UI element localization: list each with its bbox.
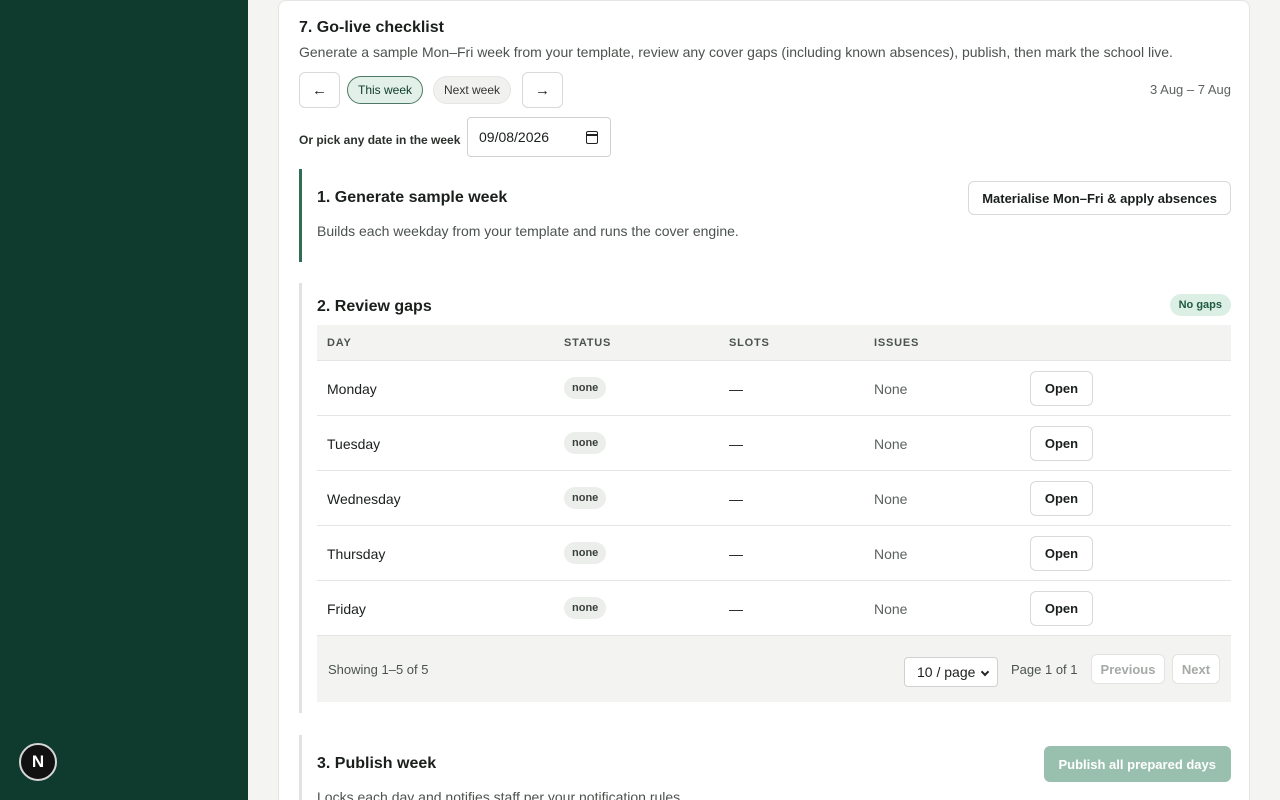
next-page-button[interactable]: Next [1172, 654, 1220, 684]
step-review-gaps: 2. Review gaps No gaps DAY STATUS SLOTS … [299, 283, 1231, 713]
page-info: Page 1 of 1 [1011, 662, 1078, 677]
row-issues: None [874, 381, 908, 397]
gaps-table: DAY STATUS SLOTS ISSUES Monday none — No… [317, 325, 1231, 702]
chevron-down-icon [980, 667, 990, 677]
step1-description: Builds each weekday from your template a… [317, 223, 739, 239]
section-title: 7. Go-live checklist [299, 19, 444, 36]
this-week-button[interactable]: This week [347, 76, 424, 104]
column-day: DAY [327, 337, 352, 349]
row-slots: — [729, 491, 743, 507]
previous-page-button[interactable]: Previous [1091, 654, 1165, 684]
next-week-arrow-button[interactable]: → [522, 72, 563, 108]
date-picker-label: Or pick any date in the week [299, 133, 461, 147]
sidebar: N [0, 0, 248, 800]
status-badge: none [564, 542, 607, 564]
app-badge[interactable]: N [19, 743, 57, 781]
row-day: Tuesday [327, 436, 381, 452]
step2-title: 2. Review gaps [317, 298, 432, 315]
table-row: Monday none — None Open [317, 361, 1231, 416]
arrow-right-icon: → [535, 81, 550, 99]
date-value: 09/08/2026 [479, 129, 550, 145]
step1-title: 1. Generate sample week [317, 189, 508, 206]
previous-week-button[interactable]: ← [299, 72, 340, 108]
step3-description: Locks each day and notifies staff per yo… [317, 789, 685, 800]
row-slots: — [729, 381, 743, 397]
main-content: 7. Go-live checklist Generate a sample M… [248, 0, 1280, 800]
publish-all-button[interactable]: Publish all prepared days [1043, 746, 1231, 782]
table-row: Wednesday none — None Open [317, 471, 1231, 526]
row-day: Wednesday [327, 491, 401, 507]
open-day-button[interactable]: Open [1030, 481, 1093, 516]
calendar-icon[interactable] [586, 131, 598, 144]
status-badge: none [564, 377, 607, 399]
row-slots: — [729, 546, 743, 562]
table-header: DAY STATUS SLOTS ISSUES [317, 325, 1231, 361]
row-day: Monday [327, 381, 377, 397]
row-issues: None [874, 491, 908, 507]
open-day-button[interactable]: Open [1030, 371, 1093, 406]
next-week-button[interactable]: Next week [433, 76, 512, 104]
step3-title: 3. Publish week [317, 755, 437, 772]
step-generate-week: 1. Generate sample week Builds each week… [299, 169, 1231, 262]
row-slots: — [729, 436, 743, 452]
week-range: 3 Aug – 7 Aug [1150, 82, 1231, 97]
arrow-left-icon: ← [312, 81, 327, 99]
table-footer: Showing 1–5 of 5 10 / page Page 1 of 1 P… [317, 636, 1231, 702]
date-picker-input[interactable]: 09/08/2026 [467, 117, 611, 157]
row-day: Friday [327, 601, 366, 617]
open-day-button[interactable]: Open [1030, 536, 1093, 571]
status-badge: none [564, 432, 607, 454]
section-subtitle: Generate a sample Mon–Fri week from your… [299, 44, 1173, 60]
materialise-week-button[interactable]: Materialise Mon–Fri & apply absences [968, 181, 1231, 215]
no-gaps-badge: No gaps [1169, 294, 1231, 316]
go-live-checklist-card: 7. Go-live checklist Generate a sample M… [278, 0, 1250, 800]
showing-count: Showing 1–5 of 5 [328, 662, 429, 677]
column-status: STATUS [564, 337, 612, 349]
column-slots: SLOTS [729, 337, 770, 349]
open-day-button[interactable]: Open [1030, 591, 1093, 626]
table-row: Thursday none — None Open [317, 526, 1231, 581]
per-page-value: 10 / page [917, 664, 976, 680]
row-day: Thursday [327, 546, 386, 562]
table-row: Tuesday none — None Open [317, 416, 1231, 471]
column-issues: ISSUES [874, 337, 920, 349]
step-publish-week: 3. Publish week Locks each day and notif… [299, 735, 1231, 800]
status-badge: none [564, 597, 607, 619]
row-slots: — [729, 601, 743, 617]
status-badge: none [564, 487, 607, 509]
table-row: Friday none — None Open [317, 581, 1231, 636]
row-issues: None [874, 546, 908, 562]
row-issues: None [874, 601, 908, 617]
open-day-button[interactable]: Open [1030, 426, 1093, 461]
per-page-select[interactable]: 10 / page [904, 657, 998, 687]
row-issues: None [874, 436, 908, 452]
